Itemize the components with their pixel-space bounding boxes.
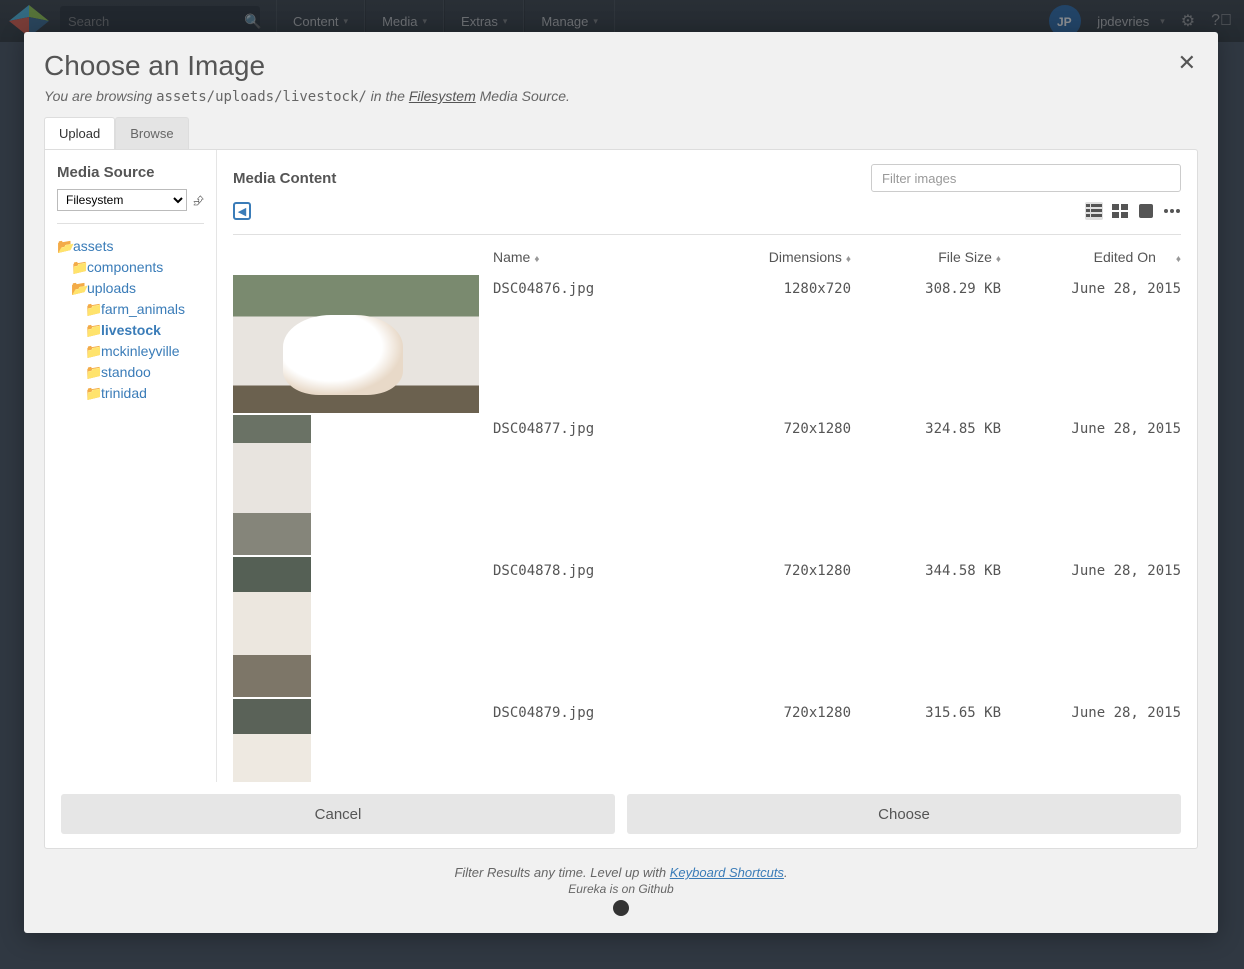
tree-folder-mckinleyville[interactable]: 📁mckinleyville [57,341,204,362]
cell-edited: June 28, 2015 [1001,557,1181,697]
content-heading: Media Content [233,170,336,187]
tree-folder-livestock[interactable]: 📁livestock [57,320,204,341]
filesystem-link[interactable]: Filesystem [409,88,476,104]
choose-button[interactable]: Choose [627,794,1181,834]
credits: Filter Results any time. Level up with K… [44,865,1198,919]
table-row[interactable]: DSC04877.jpg720x1280324.85 KBJune 28, 20… [233,415,1181,557]
more-view-icon[interactable] [1163,202,1181,220]
cell-filesize: 315.65 KB [851,699,1001,782]
cell-edited: June 28, 2015 [1001,415,1181,555]
tab-upload[interactable]: Upload [44,117,115,149]
cell-edited: June 28, 2015 [1001,275,1181,413]
tab-browse[interactable]: Browse [115,117,188,149]
view-switcher [1085,202,1181,220]
keyboard-shortcuts-link[interactable]: Keyboard Shortcuts [670,865,784,880]
modal-subtitle: You are browsing assets/uploads/livestoc… [44,88,1198,105]
grid-view-icon[interactable] [1111,202,1129,220]
table-header: Name♦ Dimensions♦ File Size♦ Edited On♦ [233,235,1181,275]
cell-name: DSC04876.jpg [493,275,691,413]
large-view-icon[interactable] [1137,202,1155,220]
col-filesize[interactable]: File Size♦ [851,249,1001,265]
tree-folder-components[interactable]: 📁components [57,257,204,278]
thumbnail[interactable] [233,699,311,782]
cell-name: DSC04877.jpg [493,415,691,555]
filter-input[interactable] [871,164,1181,192]
cell-dimensions: 720x1280 [691,557,851,697]
cell-name: DSC04879.jpg [493,699,691,782]
list-view-icon[interactable] [1085,202,1103,220]
cell-dimensions: 720x1280 [691,415,851,555]
col-dimensions[interactable]: Dimensions♦ [691,249,851,265]
table-row[interactable]: DSC04878.jpg720x1280344.58 KBJune 28, 20… [233,557,1181,699]
table-row[interactable]: DSC04879.jpg720x1280315.65 KBJune 28, 20… [233,699,1181,782]
cell-name: DSC04878.jpg [493,557,691,697]
media-content: Media Content ◀ Name♦ Dimens [217,150,1197,782]
thumbnail[interactable] [233,275,479,413]
thumbnail[interactable] [233,557,311,697]
github-icon[interactable] [613,900,629,916]
collapse-sidebar-icon[interactable]: ◀ [233,202,251,220]
media-source-select[interactable]: Filesystem [57,189,187,211]
cell-dimensions: 720x1280 [691,699,851,782]
cell-filesize: 324.85 KB [851,415,1001,555]
cell-dimensions: 1280x720 [691,275,851,413]
modal-tabs: Upload Browse [44,117,1198,149]
thumbnail[interactable] [233,415,311,555]
divider [57,223,204,224]
tree-root[interactable]: 📂assets [57,236,204,257]
media-source-sidebar: Media Source Filesystem ⮵ 📂assets 📁compo… [45,150,217,782]
cell-filesize: 344.58 KB [851,557,1001,697]
sidebar-heading: Media Source [57,164,204,181]
media-table[interactable]: DSC04876.jpg1280x720308.29 KBJune 28, 20… [233,275,1181,782]
image-chooser-modal: ✕ Choose an Image You are browsing asset… [24,32,1218,933]
close-icon[interactable]: ✕ [1178,50,1196,76]
cancel-button[interactable]: Cancel [61,794,615,834]
col-edited[interactable]: Edited On♦ [1001,249,1181,265]
folder-tree: 📂assets 📁components 📂uploads 📁farm_anima… [57,236,204,404]
modal-footer: Cancel Choose [45,782,1197,848]
tree-folder-trinidad[interactable]: 📁trinidad [57,383,204,404]
cell-edited: June 28, 2015 [1001,699,1181,782]
panel: Media Source Filesystem ⮵ 📂assets 📁compo… [44,149,1198,849]
tree-folder-uploads[interactable]: 📂uploads [57,278,204,299]
table-row[interactable]: DSC04876.jpg1280x720308.29 KBJune 28, 20… [233,275,1181,415]
cell-filesize: 308.29 KB [851,275,1001,413]
col-name[interactable]: Name♦ [493,249,691,265]
tree-folder-farm-animals[interactable]: 📁farm_animals [57,299,204,320]
modal-title: Choose an Image [44,50,1198,82]
level-up-icon[interactable]: ⮵ [193,192,204,209]
tree-folder-standoo[interactable]: 📁standoo [57,362,204,383]
